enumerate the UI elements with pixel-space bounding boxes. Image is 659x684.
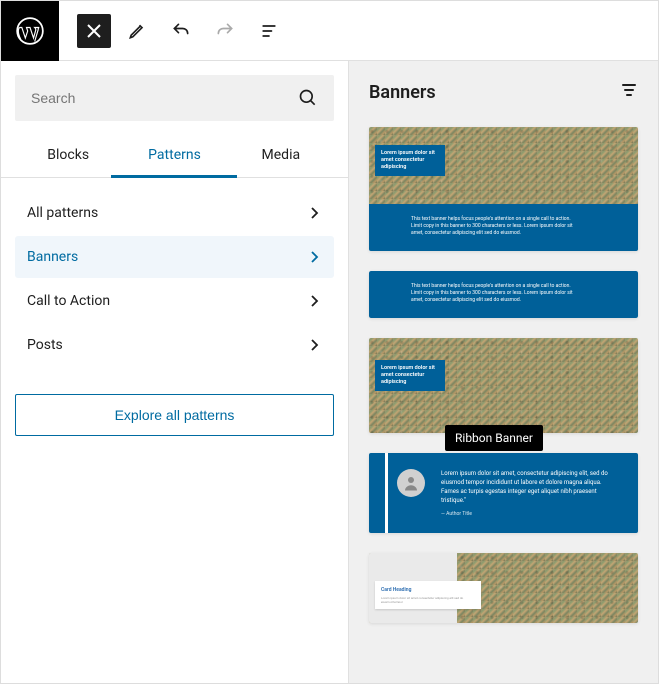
wordpress-logo[interactable] xyxy=(1,1,59,61)
search-input[interactable] xyxy=(31,90,298,106)
undo-button[interactable] xyxy=(163,13,199,49)
tab-blocks[interactable]: Blocks xyxy=(15,135,121,177)
search-icon xyxy=(298,88,318,108)
banner-card: Card Heading Lorem ipsum dolor sit amet … xyxy=(375,581,481,609)
redo-button xyxy=(207,13,243,49)
category-label: Banners xyxy=(27,249,78,265)
wordpress-icon xyxy=(16,17,44,45)
category-label: All patterns xyxy=(27,205,98,221)
category-banners[interactable]: Banners xyxy=(15,236,334,278)
banner-overlay-text: Lorem ipsum dolor sit amet consectetur a… xyxy=(375,145,445,176)
pattern-preview-2[interactable]: This text banner helps focus people's at… xyxy=(369,271,638,318)
category-call-to-action[interactable]: Call to Action xyxy=(15,280,334,322)
chevron-right-icon xyxy=(306,205,322,221)
pattern-category-list: All patterns Banners Call to Action Post… xyxy=(1,178,348,380)
category-posts[interactable]: Posts xyxy=(15,324,334,366)
tab-media[interactable]: Media xyxy=(228,135,334,177)
person-icon xyxy=(402,474,420,492)
banner-strip: This text banner helps focus people's at… xyxy=(369,204,638,251)
filter-icon xyxy=(620,81,638,99)
filter-button[interactable] xyxy=(620,81,638,103)
inserter-tabs: Blocks Patterns Media xyxy=(1,135,348,178)
close-button[interactable] xyxy=(77,14,111,48)
chevron-right-icon xyxy=(306,293,322,309)
pattern-preview-5[interactable]: Card Heading Lorem ipsum dolor sit amet … xyxy=(369,553,638,623)
undo-icon xyxy=(171,21,191,41)
search-box xyxy=(15,75,334,121)
edit-button[interactable] xyxy=(119,13,155,49)
banner-overlay-text: Lorem ipsum dolor sit amet consectetur a… xyxy=(375,360,445,391)
category-label: Call to Action xyxy=(27,293,110,309)
avatar xyxy=(397,469,425,497)
category-all-patterns[interactable]: All patterns xyxy=(15,192,334,234)
pattern-preview-3[interactable]: Lorem ipsum dolor sit amet consectetur a… xyxy=(369,338,638,433)
explore-all-patterns-button[interactable]: Explore all patterns xyxy=(15,394,334,436)
redo-icon xyxy=(215,21,235,41)
pencil-icon xyxy=(127,21,147,41)
document-outline-button[interactable] xyxy=(251,13,287,49)
list-icon xyxy=(259,21,279,41)
pattern-preview-1[interactable]: Lorem ipsum dolor sit amet consectetur a… xyxy=(369,127,638,251)
chevron-right-icon xyxy=(306,249,322,265)
pattern-tooltip: Ribbon Banner xyxy=(445,425,543,451)
chevron-right-icon xyxy=(306,337,322,353)
pattern-preview-4[interactable]: Lorem ipsum dolor sit amet, consectetur … xyxy=(369,453,638,533)
top-toolbar xyxy=(1,1,658,61)
search-button[interactable] xyxy=(298,88,318,108)
patterns-panel-title: Banners xyxy=(369,82,436,103)
close-icon xyxy=(87,24,101,38)
category-label: Posts xyxy=(27,337,63,353)
tab-patterns[interactable]: Patterns xyxy=(121,135,227,177)
